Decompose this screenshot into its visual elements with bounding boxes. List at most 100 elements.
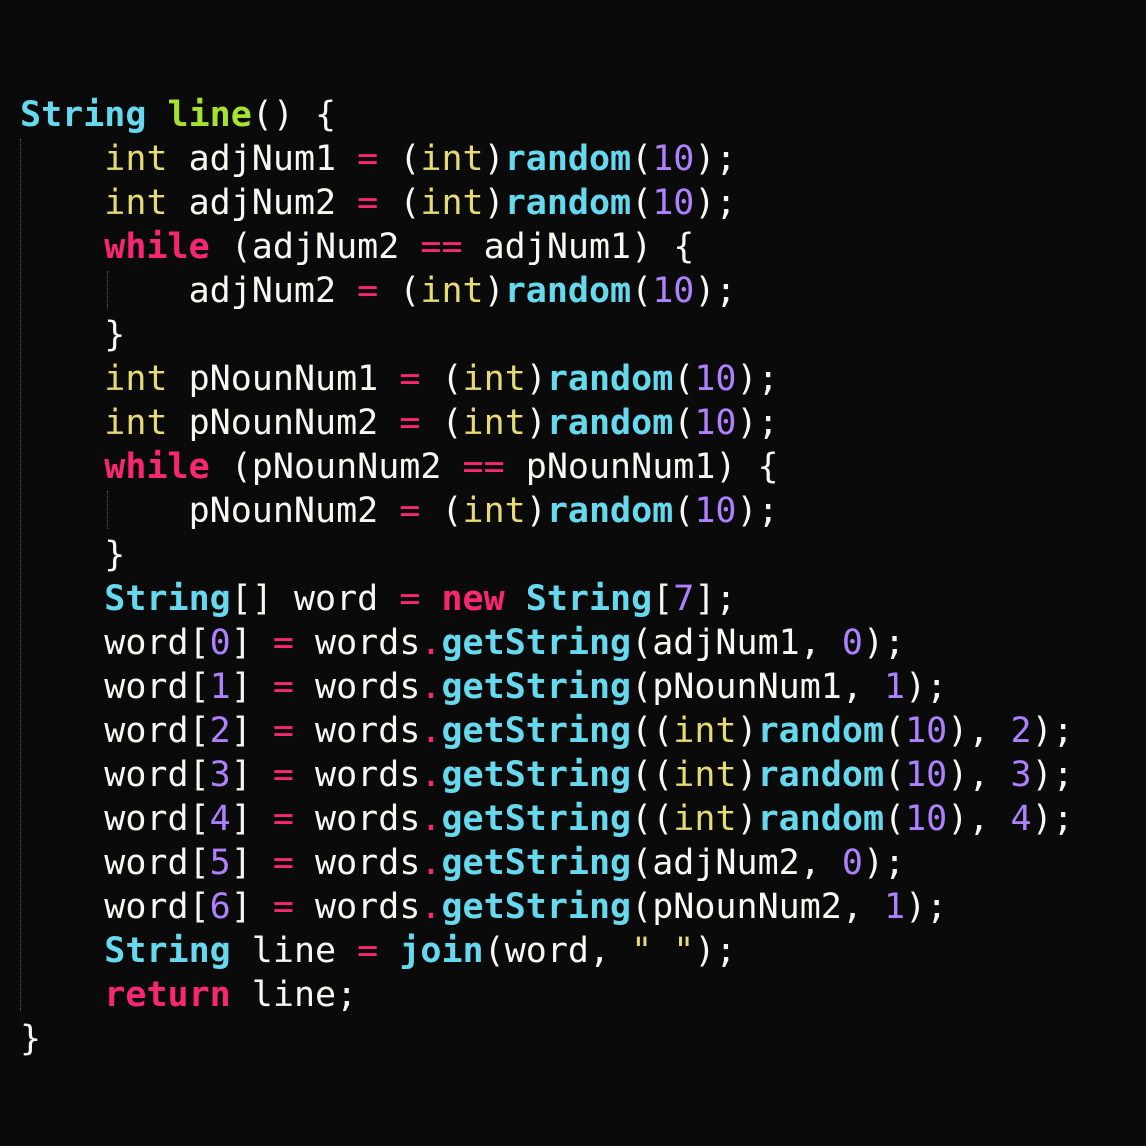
code-token-plain: words <box>293 843 421 883</box>
code-token-plain: ] <box>230 755 273 795</box>
code-token-number: 4 <box>1010 799 1032 839</box>
code-token-plain: ]; <box>694 579 737 619</box>
code-token-plain: word[ <box>20 711 210 751</box>
code-token-plain: (( <box>631 799 674 839</box>
code-token-primitive: int <box>673 755 737 795</box>
code-line: String line = join(word, " "); <box>20 929 1074 973</box>
code-token-function: random <box>757 755 885 795</box>
code-token-primitive: int <box>104 183 168 223</box>
code-token-plain: adjNum1) { <box>462 227 695 267</box>
code-token-number: 1 <box>884 667 906 707</box>
code-token-plain: ); <box>736 403 779 443</box>
code-token-plain: adjNum2 <box>20 271 358 311</box>
code-token-plain: adjNum2 <box>167 183 358 223</box>
code-token-number: 1 <box>884 887 906 927</box>
code-token-function: random <box>504 139 632 179</box>
code-token-plain: pNounNum2 <box>20 491 400 531</box>
code-token-primitive: int <box>462 359 526 399</box>
code-line: int pNounNum2 = (int)random(10); <box>20 401 1074 445</box>
code-line: int adjNum1 = (int)random(10); <box>20 137 1074 181</box>
code-line: word[4] = words.getString((int)random(10… <box>20 797 1073 841</box>
code-token-operator: = <box>272 667 294 707</box>
code-token-plain: words <box>293 623 421 663</box>
code-line: int adjNum2 = (int)random(10); <box>20 181 1074 225</box>
code-token-primitive: int <box>673 799 737 839</box>
code-token-operator: . <box>420 887 442 927</box>
code-token-number: 7 <box>673 579 695 619</box>
code-token-keyword: while <box>104 227 210 267</box>
code-token-plain: ); <box>736 359 779 399</box>
code-token-operator: = <box>272 755 294 795</box>
code-token-operator: = <box>357 271 379 311</box>
code-token-primitive: int <box>462 491 526 531</box>
code-token-number: 3 <box>1010 755 1032 795</box>
code-token-primitive: int <box>673 711 737 751</box>
code-line: String line() { <box>20 93 1074 137</box>
code-token-plain: } <box>20 315 126 355</box>
code-token-plain: ( <box>420 403 463 443</box>
code-token-plain: (pNounNum2 <box>209 447 463 487</box>
code-token-plain: ] <box>230 711 273 751</box>
code-token-plain: ( <box>420 359 463 399</box>
code-token-method: getString <box>441 755 632 795</box>
code-token-plain: (( <box>631 755 674 795</box>
code-token-operator: = <box>272 711 294 751</box>
code-token-plain: word[ <box>20 799 210 839</box>
code-token-plain: words <box>293 887 421 927</box>
code-line: word[5] = words.getString(adjNum2, 0); <box>20 841 1074 885</box>
code-token-operator: = <box>399 359 421 399</box>
code-token-plain: ( <box>631 271 653 311</box>
code-token-type: String <box>104 579 231 619</box>
code-token-primitive: int <box>420 183 484 223</box>
code-line: } <box>20 313 1074 357</box>
code-token-plain: ); <box>736 491 779 531</box>
code-line: word[1] = words.getString(pNounNum1, 1); <box>20 665 1074 709</box>
code-token-primitive: int <box>462 403 526 443</box>
code-token-plain: (pNounNum2, <box>631 887 885 927</box>
code-token-plain: ); <box>862 843 906 883</box>
code-token-plain: ); <box>694 931 737 971</box>
code-editor[interactable]: String line() { int adjNum1 = (int)rando… <box>0 0 1146 1146</box>
code-token-plain: ( <box>378 271 421 311</box>
code-token-plain: word[ <box>20 667 210 707</box>
code-token-number: 10 <box>652 183 695 223</box>
code-token-plain: ); <box>694 183 737 223</box>
code-token-plain: ) <box>525 491 547 531</box>
code-token-plain: (adjNum2 <box>209 227 421 267</box>
code-token-plain: words <box>293 799 421 839</box>
code-token-method: getString <box>441 667 632 707</box>
code-token-operator: = <box>357 139 379 179</box>
code-token-operator: = <box>399 579 421 619</box>
code-token-operator: == <box>462 447 505 487</box>
code-token-plain: words <box>293 667 421 707</box>
code-token-method: getString <box>441 843 632 883</box>
code-token-number: 6 <box>209 887 231 927</box>
code-token-primitive: int <box>420 271 484 311</box>
code-token-plain: (word, <box>483 931 632 971</box>
code-token-operator: = <box>272 887 294 927</box>
code-token-function: random <box>546 403 674 443</box>
code-token-plain: ); <box>905 887 948 927</box>
code-token-number: 10 <box>905 755 948 795</box>
code-token-operator: = <box>272 623 294 663</box>
code-token-plain: ) <box>483 183 505 223</box>
code-token-decl: line <box>167 95 252 135</box>
code-token-plain: ), <box>947 799 1011 839</box>
code-token-keyword: return <box>104 975 231 1015</box>
code-token-plain: () { <box>251 95 337 135</box>
code-token-plain: ] <box>230 843 273 883</box>
code-token-plain: } <box>20 1019 42 1059</box>
code-token-number: 2 <box>209 711 231 751</box>
code-token-plain: ); <box>862 623 906 663</box>
code-token-type: String <box>20 95 147 135</box>
code-token-plain: ) <box>736 755 758 795</box>
code-token-plain: word[ <box>20 623 210 663</box>
code-token-method: getString <box>441 799 632 839</box>
code-token-method: getString <box>441 711 632 751</box>
